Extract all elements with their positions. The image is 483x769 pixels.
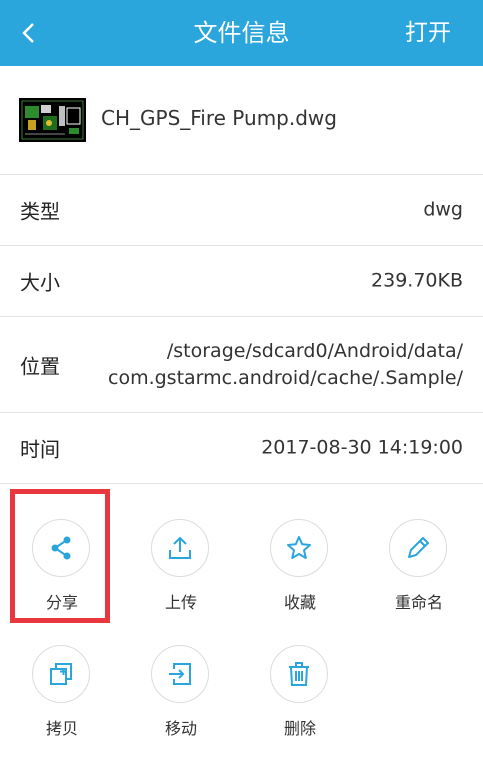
location-value: /storage/sdcard0/Android/data/ com.gstar… xyxy=(108,338,463,392)
top-bar: 文件信息 打开 xyxy=(0,0,483,66)
file-thumbnail xyxy=(19,98,86,142)
open-button[interactable]: 打开 xyxy=(405,0,451,66)
copy-button[interactable]: 拷贝 xyxy=(3,645,121,765)
info-row-time: 时间 2017-08-30 14:19:00 xyxy=(0,413,483,484)
favorite-button[interactable]: 收藏 xyxy=(241,519,359,639)
upload-circle xyxy=(151,519,209,577)
location-value-line1: /storage/sdcard0/Android/data/ xyxy=(166,339,463,362)
time-value: 2017-08-30 14:19:00 xyxy=(261,436,463,459)
copy-circle xyxy=(32,645,90,703)
share-highlight-box xyxy=(10,489,110,623)
favorite-circle xyxy=(270,519,328,577)
trash-icon xyxy=(289,662,309,686)
move-circle xyxy=(151,645,209,703)
info-row-type: 类型 dwg xyxy=(0,175,483,246)
rename-circle xyxy=(389,519,447,577)
delete-label: 删除 xyxy=(283,719,316,738)
star-icon xyxy=(287,536,311,559)
move-icon xyxy=(169,663,191,685)
rename-label: 重命名 xyxy=(394,593,443,612)
location-label: 位置 xyxy=(20,354,60,378)
size-label: 大小 xyxy=(20,270,60,295)
upload-button[interactable]: 上传 xyxy=(122,519,240,639)
favorite-label: 收藏 xyxy=(283,593,316,612)
delete-circle xyxy=(270,645,328,703)
info-row-size: 大小 239.70KB xyxy=(0,246,483,317)
file-name: CH_GPS_Fire Pump.dwg xyxy=(101,106,337,130)
file-header: CH_GPS_Fire Pump.dwg xyxy=(0,66,483,175)
type-value: dwg xyxy=(423,198,463,221)
location-value-line2: com.gstarmc.android/cache/.Sample/ xyxy=(108,366,463,389)
rename-button[interactable]: 重命名 xyxy=(360,519,478,639)
type-label: 类型 xyxy=(20,199,60,224)
move-button[interactable]: 移动 xyxy=(122,645,240,765)
copy-icon xyxy=(50,663,72,685)
copy-label: 拷贝 xyxy=(45,719,78,738)
upload-icon xyxy=(169,536,191,559)
delete-button[interactable]: 删除 xyxy=(241,645,359,765)
move-label: 移动 xyxy=(164,719,197,738)
pencil-icon xyxy=(408,537,429,558)
info-row-location: 位置 /storage/sdcard0/Android/data/ com.gs… xyxy=(0,317,483,413)
upload-label: 上传 xyxy=(164,593,197,612)
size-value: 239.70KB xyxy=(371,269,463,292)
time-label: 时间 xyxy=(20,437,60,462)
